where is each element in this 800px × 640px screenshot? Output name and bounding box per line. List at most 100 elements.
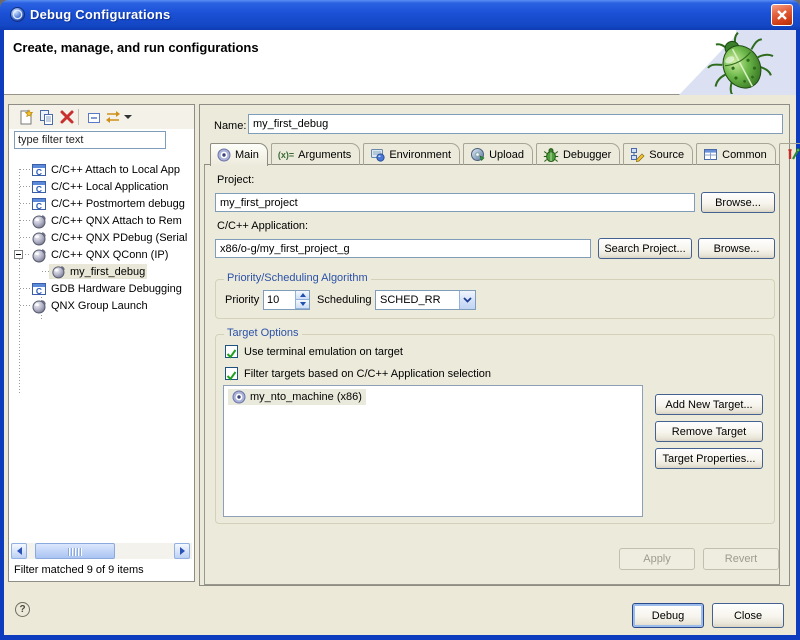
target-properties-button[interactable]: Target Properties... xyxy=(655,448,763,469)
tree-guide xyxy=(20,186,30,187)
tab-upload[interactable]: Upload xyxy=(463,143,533,165)
configuration-detail-panel: Name: Main (x)= Arguments xyxy=(199,104,790,586)
filter-launch-configurations-icon[interactable] xyxy=(105,109,122,126)
tree-item-gdb-hardware[interactable]: GDB Hardware Debugging xyxy=(31,280,182,297)
configuration-name-input[interactable] xyxy=(248,114,783,134)
tree-item-qnx-pdebug[interactable]: C/C++ QNX PDebug (Serial xyxy=(31,229,187,246)
spinner-up-button[interactable] xyxy=(295,291,309,300)
arrow-right-icon xyxy=(180,547,185,555)
bug-logo-icon xyxy=(700,30,782,94)
configuration-tab-folder: Main (x)= Arguments Environment xyxy=(204,143,780,585)
tab-tools[interactable]: Tools xyxy=(779,143,800,165)
c-application-icon xyxy=(31,281,47,297)
qnx-orb-icon xyxy=(51,264,66,279)
scroll-left-button[interactable] xyxy=(11,543,27,559)
window-title: Debug Configurations xyxy=(30,7,171,22)
tab-main[interactable]: Main xyxy=(210,143,268,166)
tab-arguments[interactable]: (x)= Arguments xyxy=(271,143,360,165)
tree-item-cpp-postmortem[interactable]: C/C++ Postmortem debugg xyxy=(31,195,185,212)
arrow-up-icon xyxy=(300,293,306,297)
tree-horizontal-scrollbar[interactable] xyxy=(11,543,192,559)
title-bar[interactable]: Debug Configurations xyxy=(0,0,800,30)
filter-match-status: Filter matched 9 of 9 items xyxy=(14,564,144,576)
tree-guide xyxy=(20,220,30,221)
arrow-left-icon xyxy=(17,547,22,555)
revert-button[interactable]: Revert xyxy=(703,548,779,570)
help-button[interactable]: ? xyxy=(15,602,30,617)
toolbar-menu-caret-icon[interactable] xyxy=(124,115,132,119)
target-list[interactable]: my_nto_machine (x86) xyxy=(223,385,643,517)
scheduling-label: Scheduling xyxy=(317,294,371,306)
close-window-button[interactable] xyxy=(771,4,793,26)
common-tab-icon xyxy=(703,147,718,162)
add-new-target-button[interactable]: Add New Target... xyxy=(655,394,763,415)
target-list-item[interactable]: my_nto_machine (x86) xyxy=(228,389,366,405)
filter-targets-label: Filter targets based on C/C++ Applicatio… xyxy=(244,368,491,380)
target-machine-icon xyxy=(232,390,246,404)
tree-item-qnx-qconn[interactable]: C/C++ QNX QConn (IP) xyxy=(31,246,168,263)
scrollbar-thumb[interactable] xyxy=(35,543,115,559)
chevron-down-icon xyxy=(463,297,472,303)
terminal-emulation-checkbox[interactable] xyxy=(225,345,238,358)
priority-scheduling-group: Priority/Scheduling Algorithm Priority 1… xyxy=(215,279,775,319)
tab-common[interactable]: Common xyxy=(696,143,776,165)
dialog-icon xyxy=(9,6,26,23)
spinner-down-button[interactable] xyxy=(295,300,309,309)
scroll-right-button[interactable] xyxy=(174,543,190,559)
header-subtitle: Create, manage, and run configurations xyxy=(13,40,259,55)
launch-config-tree-panel: C/C++ Attach to Local App C/C++ Local Ap… xyxy=(8,104,195,582)
application-label: C/C++ Application: xyxy=(217,220,308,232)
project-input[interactable] xyxy=(215,193,695,212)
debug-configurations-dialog: Debug Configurations Create, manage, and… xyxy=(0,0,800,640)
tabs-row: Main (x)= Arguments Environment xyxy=(204,143,780,165)
tree-guide xyxy=(19,311,20,395)
apply-button[interactable]: Apply xyxy=(619,548,695,570)
priority-spinner[interactable]: 10 xyxy=(263,290,310,310)
scheduling-combo[interactable]: SCHED_RR xyxy=(375,290,476,310)
window-border-bottom xyxy=(0,635,800,640)
application-input[interactable] xyxy=(215,239,591,258)
new-launch-configuration-icon[interactable] xyxy=(17,109,34,126)
filter-targets-checkbox[interactable] xyxy=(225,367,238,380)
debug-button[interactable]: Debug xyxy=(632,603,704,628)
tree-guide xyxy=(20,305,30,306)
c-application-icon xyxy=(31,196,47,212)
tree-item-qnx-attach-remote[interactable]: C/C++ QNX Attach to Rem xyxy=(31,212,182,229)
tree-item-qnx-group-launch[interactable]: QNX Group Launch xyxy=(31,297,148,314)
debugger-tab-icon xyxy=(543,147,559,163)
combo-dropdown-button[interactable] xyxy=(459,291,475,309)
tree-toolbar xyxy=(9,105,194,129)
delete-configuration-icon[interactable] xyxy=(59,109,76,126)
scrollbar-grip xyxy=(68,548,82,556)
search-project-button[interactable]: Search Project... xyxy=(598,238,692,259)
project-browse-button[interactable]: Browse... xyxy=(701,192,775,213)
remove-target-button[interactable]: Remove Target xyxy=(655,421,763,442)
c-application-icon xyxy=(31,179,47,195)
tree-collapse-expander[interactable] xyxy=(14,250,23,259)
tree-guide xyxy=(20,237,30,238)
tree-guide xyxy=(19,169,20,311)
tree-item-cpp-attach-local[interactable]: C/C++ Attach to Local App xyxy=(31,161,180,178)
source-tab-icon xyxy=(630,147,645,162)
main-tab-icon xyxy=(217,148,231,162)
launch-config-tree: C/C++ Attach to Local App C/C++ Local Ap… xyxy=(9,155,194,543)
tree-guide xyxy=(20,169,30,170)
arrow-down-icon xyxy=(300,302,306,306)
tab-debugger[interactable]: Debugger xyxy=(536,143,620,165)
selected-tree-item: my_first_debug xyxy=(49,264,147,279)
priority-group-title: Priority/Scheduling Algorithm xyxy=(224,272,371,284)
c-application-icon xyxy=(31,162,47,178)
tab-environment[interactable]: Environment xyxy=(363,143,460,165)
tree-guide xyxy=(25,254,30,255)
qnx-orb-icon xyxy=(31,230,47,246)
toolbar-separator xyxy=(78,109,79,125)
terminal-emulation-label: Use terminal emulation on target xyxy=(244,346,403,358)
collapse-all-icon[interactable] xyxy=(86,109,103,126)
close-button[interactable]: Close xyxy=(712,603,784,628)
tree-item-cpp-local-application[interactable]: C/C++ Local Application xyxy=(31,178,168,195)
filter-input[interactable] xyxy=(14,131,166,149)
duplicate-configuration-icon[interactable] xyxy=(38,109,55,126)
tab-source[interactable]: Source xyxy=(623,143,693,165)
application-browse-button[interactable]: Browse... xyxy=(698,238,775,259)
tree-item-my-first-debug[interactable]: my_first_debug xyxy=(49,263,147,280)
